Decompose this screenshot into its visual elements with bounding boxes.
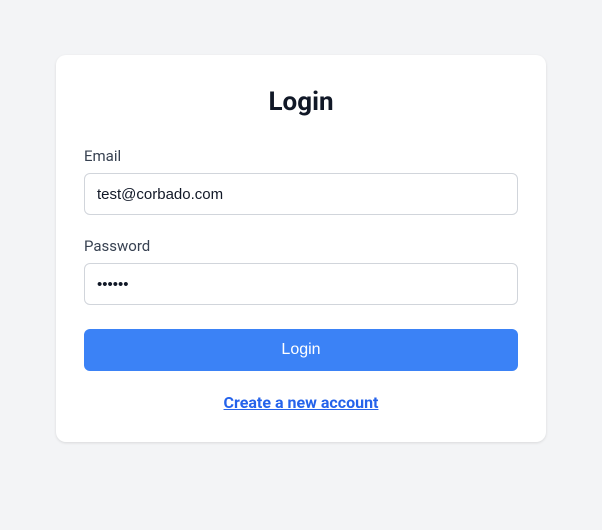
- email-field[interactable]: [84, 173, 518, 215]
- login-button[interactable]: Login: [84, 329, 518, 371]
- password-label: Password: [84, 237, 518, 255]
- password-group: Password: [84, 237, 518, 305]
- password-field[interactable]: [84, 263, 518, 305]
- login-card: Login Email Password Login Create a new …: [56, 55, 546, 442]
- email-group: Email: [84, 147, 518, 215]
- page-title: Login: [84, 87, 518, 117]
- create-account-link[interactable]: Create a new account: [224, 393, 379, 412]
- create-account-row: Create a new account: [84, 393, 518, 412]
- email-label: Email: [84, 147, 518, 165]
